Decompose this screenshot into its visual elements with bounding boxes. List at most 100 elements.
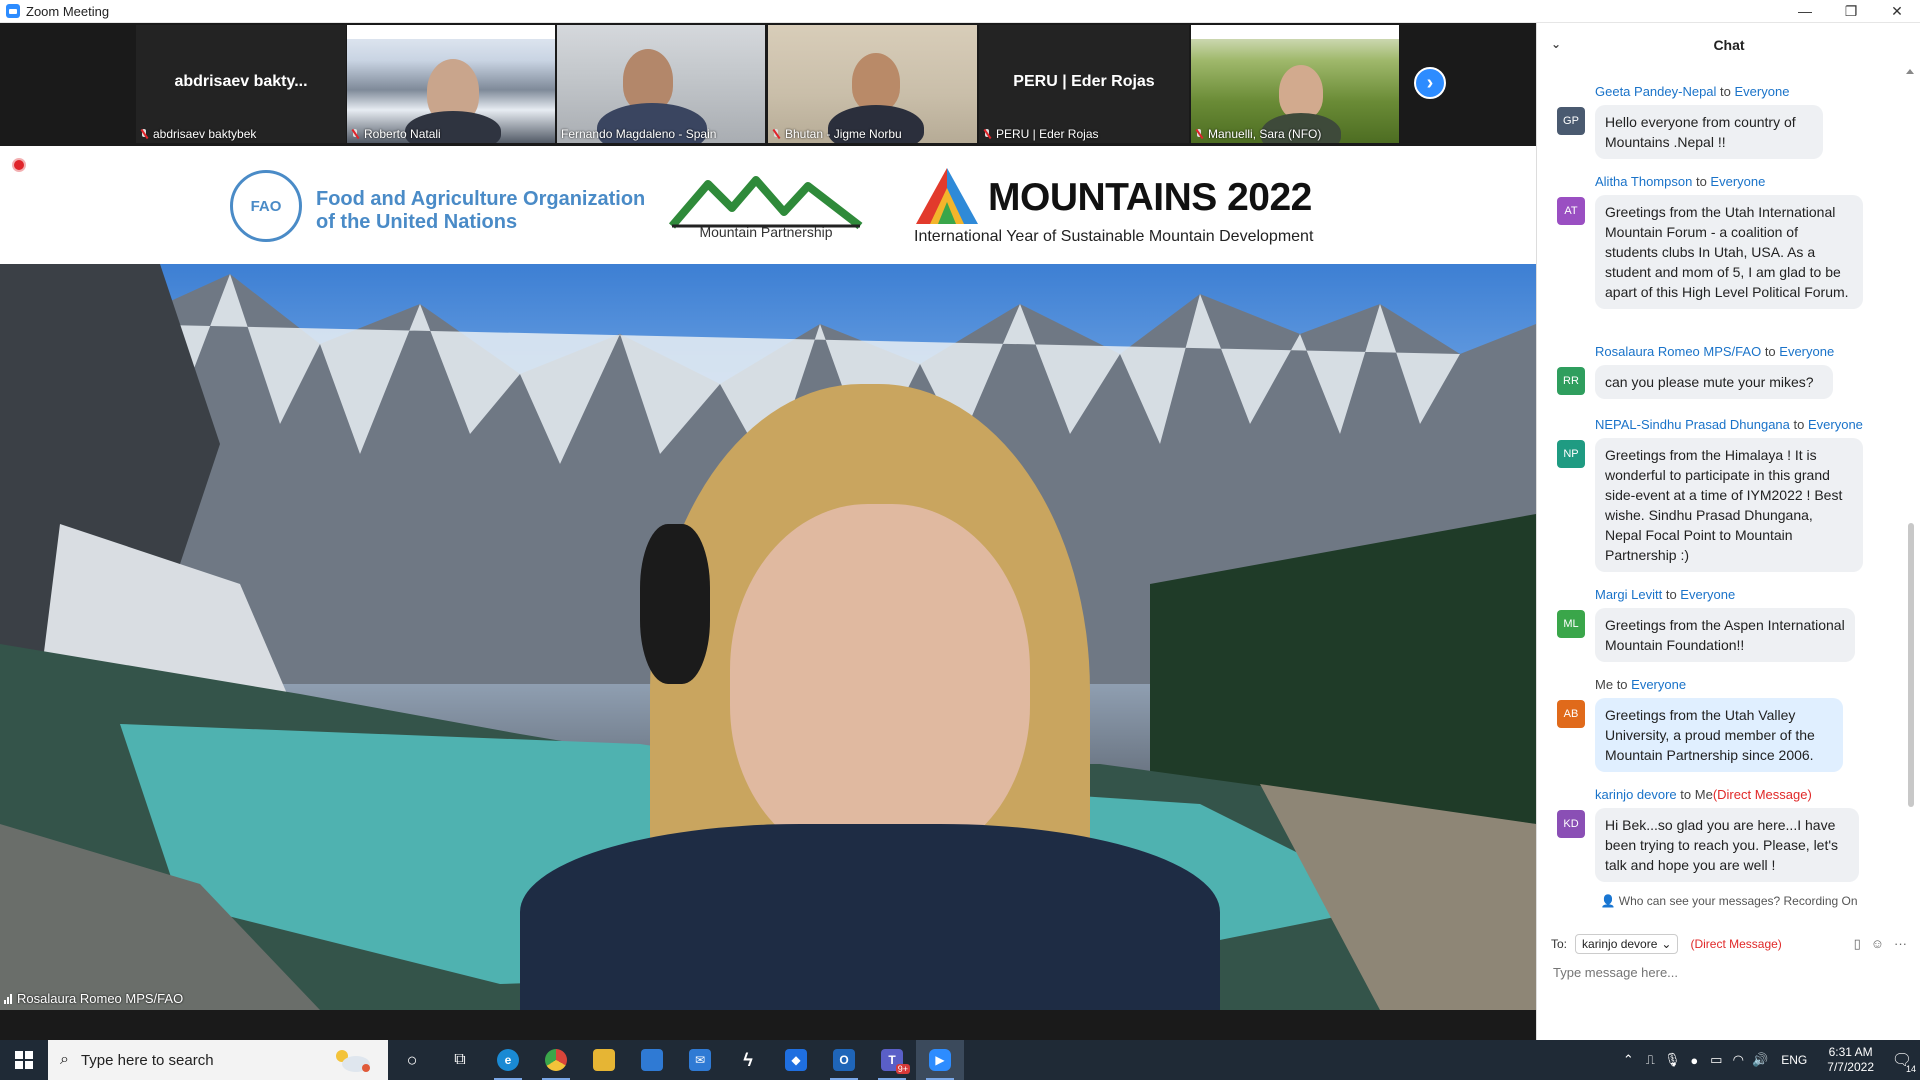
chat-message: Rosalaura Romeo MPS/FAO to Everyone RR c…	[1537, 343, 1920, 416]
participant-label: abdrisaev baktybek	[140, 127, 256, 141]
close-button[interactable]: ✕	[1874, 0, 1920, 22]
mic-muted-icon	[351, 128, 359, 140]
restore-button[interactable]: ❐	[1828, 0, 1874, 22]
chat-message: NEPAL-Sindhu Prasad Dhungana to Everyone…	[1537, 416, 1920, 586]
file-explorer-icon[interactable]	[580, 1040, 628, 1080]
participant-tile[interactable]: abdrisaev bakty... abdrisaev baktybek	[136, 25, 346, 143]
participant-tile[interactable]: Manuelli, Sara (NFO)	[1191, 25, 1399, 143]
battery-icon[interactable]: ▭	[1705, 1052, 1727, 1068]
windows-icon	[15, 1051, 33, 1069]
chat-message: Geeta Pandey-Nepal to Everyone GP Hello …	[1537, 83, 1920, 173]
system-tray: ⌃ ⎍ 🎙 ● ▭ ◠ 🔊 ENG 6:31 AM 7/7/2022 🗨 14	[1617, 1040, 1920, 1080]
message-bubble: Hello everyone from country of Mountains…	[1595, 105, 1823, 159]
participant-tile[interactable]: Fernando Magdaleno - Spain	[557, 25, 765, 143]
winamp-icon[interactable]: ϟ	[724, 1040, 772, 1080]
message-bubble: Greetings from the Utah International Mo…	[1595, 195, 1863, 309]
store-icon[interactable]	[628, 1040, 676, 1080]
avatar: KD	[1557, 810, 1585, 838]
teams-icon[interactable]: T 9+	[868, 1040, 916, 1080]
volume-icon[interactable]: 🔊	[1749, 1052, 1771, 1068]
notification-icon[interactable]: 🗨 14	[1884, 1040, 1920, 1080]
video-footer	[0, 1010, 1536, 1040]
mic-muted-icon	[983, 128, 991, 140]
zoom-icon[interactable]: ▶	[916, 1040, 964, 1080]
mail-icon[interactable]: ✉	[676, 1040, 724, 1080]
active-speaker-video[interactable]: FAO Food and Agriculture Organization of…	[0, 146, 1536, 1010]
speaker-name-label: Rosalaura Romeo MPS/FAO	[4, 991, 183, 1006]
search-icon: ⌕	[60, 1051, 69, 1068]
minimize-button[interactable]: —	[1782, 0, 1828, 22]
windows-taskbar: ⌕ Type here to search ○ ⧉ e ✉ ϟ ◆ O T 9+ …	[0, 1040, 1920, 1080]
participant-video	[1279, 65, 1323, 119]
avatar: AT	[1557, 197, 1585, 225]
dropbox-icon[interactable]: ◆	[772, 1040, 820, 1080]
message-bubble: Greetings from the Himalaya ! It is wond…	[1595, 438, 1863, 572]
chrome-icon[interactable]	[532, 1040, 580, 1080]
mountain-partnership-text: Mountain Partnership	[699, 224, 833, 240]
task-view-icon[interactable]: ⧉	[436, 1040, 484, 1080]
fao-title: Food and Agriculture Organization of the…	[316, 188, 646, 233]
participant-label: Fernando Magdaleno - Spain	[561, 127, 717, 141]
outlook-icon[interactable]: O	[820, 1040, 868, 1080]
mic-muted-icon	[772, 128, 780, 140]
emoji-icon[interactable]: ☺	[1871, 936, 1884, 952]
participant-tile[interactable]: Roberto Natali	[347, 25, 555, 143]
chat-message-list: Geeta Pandey-Nepal to Everyone GP Hello …	[1537, 83, 1920, 886]
chat-header: ⌄ Chat	[1537, 23, 1920, 67]
avatar: NP	[1557, 440, 1585, 468]
language-indicator[interactable]: ENG	[1781, 1053, 1807, 1067]
mic-muted-icon	[1195, 128, 1203, 140]
participant-tile[interactable]: Bhutan - Jigme Norbu	[768, 25, 977, 143]
chat-visibility-notice[interactable]: 👤 Who can see your messages? Recording O…	[1537, 894, 1920, 908]
mic-muted-icon	[140, 128, 148, 140]
clock[interactable]: 6:31 AM 7/7/2022	[1827, 1045, 1874, 1075]
microphone-icon[interactable]: 🎙	[1661, 1052, 1683, 1068]
signal-icon	[4, 993, 12, 1004]
recipient-row: To: karinjo devore ⌄ (Direct Message) ▯ ☺…	[1551, 932, 1907, 956]
chat-message: karinjo devore to Me(Direct Message) KD …	[1537, 786, 1920, 886]
chat-scrollbar[interactable]	[1908, 523, 1914, 807]
participant-label: Bhutan - Jigme Norbu	[772, 127, 902, 141]
chat-panel: ⌄ Chat Geeta Pandey-Nepal to Everyone GP…	[1536, 23, 1920, 1040]
message-bubble: Greetings from the Aspen International M…	[1595, 608, 1855, 662]
mountains-2022-subtitle: International Year of Sustainable Mounta…	[914, 228, 1314, 245]
participant-label: Roberto Natali	[351, 127, 441, 141]
teams-tray-icon[interactable]: ●	[1683, 1053, 1705, 1068]
chevron-down-icon: ⌄	[1661, 937, 1672, 951]
mountains-2022-title: MOUNTAINS 2022	[988, 176, 1312, 219]
chevron-right-icon[interactable]: ›	[1414, 67, 1446, 99]
window-controls: — ❐ ✕	[1782, 0, 1920, 22]
file-icon[interactable]: ▯	[1854, 936, 1861, 952]
recipient-select[interactable]: karinjo devore ⌄	[1575, 934, 1679, 954]
speaker-face	[730, 504, 1030, 864]
headset-icon	[640, 524, 710, 684]
chevron-down-icon[interactable]: ⌄	[1551, 37, 1561, 51]
event-banner: FAO Food and Agriculture Organization of…	[0, 146, 1536, 264]
weather-widget-icon[interactable]	[330, 1046, 374, 1074]
chevron-up-icon[interactable]: ⌃	[1617, 1052, 1639, 1068]
participant-video	[852, 53, 900, 111]
message-bubble: Hi Bek...so glad you are here...I have b…	[1595, 808, 1859, 882]
person-icon: 👤	[1600, 894, 1616, 908]
taskbar-search[interactable]: ⌕ Type here to search	[48, 1040, 388, 1080]
cortana-icon[interactable]: ○	[388, 1040, 436, 1080]
chat-message: Margi Levitt to Everyone ML Greetings fr…	[1537, 586, 1920, 676]
participant-label: PERU | Eder Rojas	[983, 127, 1099, 141]
title-bar: Zoom Meeting — ❐ ✕	[0, 0, 1920, 23]
teams-badge: 9+	[895, 1064, 910, 1074]
direct-message-label: (Direct Message)	[1690, 937, 1782, 951]
speaker-body	[520, 824, 1220, 1010]
scroll-up-icon[interactable]	[1906, 69, 1914, 74]
zoom-app-icon	[6, 4, 20, 18]
edge-icon[interactable]: e	[484, 1040, 532, 1080]
participant-tile[interactable]: PERU | Eder Rojas PERU | Eder Rojas	[979, 25, 1189, 143]
more-icon[interactable]: ···	[1894, 936, 1907, 952]
banner-thumbnail	[347, 25, 555, 39]
start-button[interactable]	[0, 1040, 48, 1080]
chat-message-input[interactable]	[1551, 959, 1911, 985]
wifi-icon[interactable]: ◠	[1727, 1052, 1749, 1068]
mountains-2022-logo	[916, 168, 978, 224]
message-bubble: can you please mute your mikes?	[1595, 365, 1833, 399]
speaker-video-feed: Rosalaura Romeo MPS/FAO	[0, 264, 1536, 1010]
usb-icon[interactable]: ⎍	[1639, 1052, 1661, 1068]
